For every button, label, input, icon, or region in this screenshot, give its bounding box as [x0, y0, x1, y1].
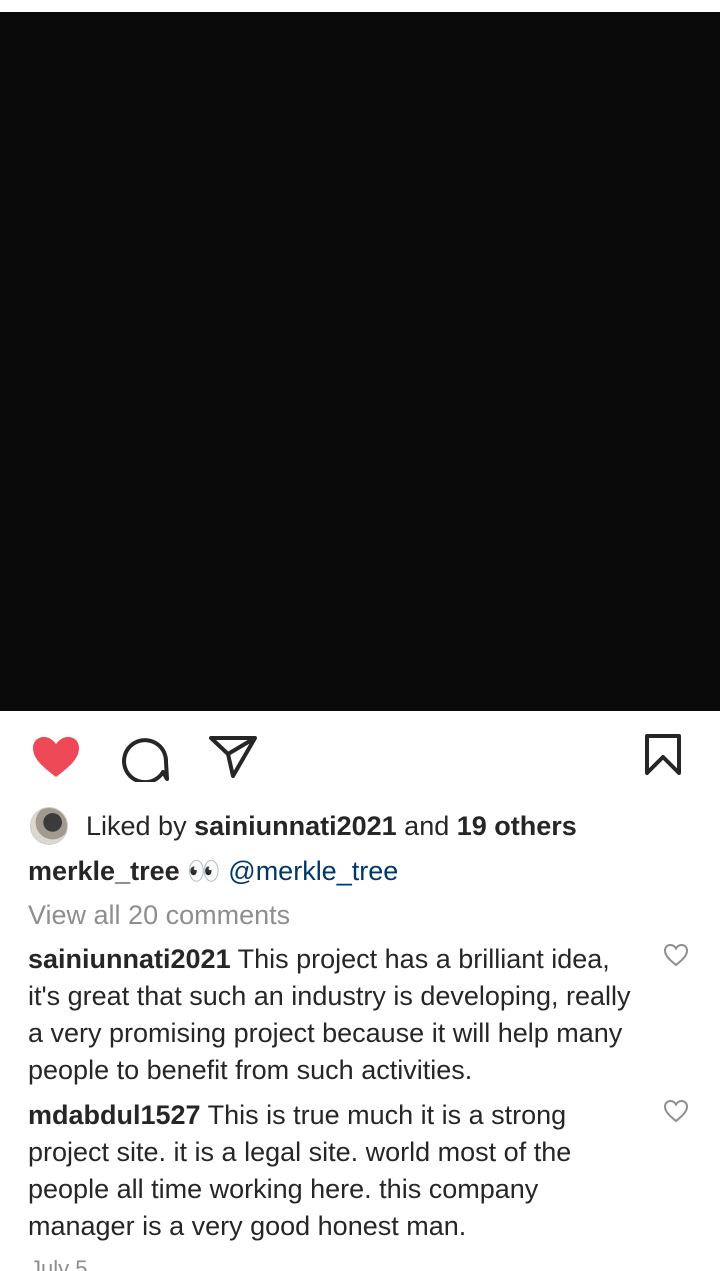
post-view: Liked by sainiunnati2021 and 19 others m… [0, 0, 720, 1271]
view-all-comments-link[interactable]: View all 20 comments [28, 900, 290, 931]
liker-username[interactable]: sainiunnati2021 [194, 811, 397, 841]
caption: merkle_tree 👀 @merkle_tree [28, 855, 398, 887]
heart-filled-icon [33, 737, 79, 777]
like-button[interactable] [31, 735, 81, 779]
comment-item: mdabdul1527 This is true much it is a st… [28, 1097, 648, 1245]
likes-others[interactable]: 19 others [457, 811, 577, 841]
heart-outline-icon [663, 1099, 689, 1123]
likes-prefix: Liked by [86, 810, 195, 841]
eyes-emoji: 👀 [187, 856, 221, 886]
comment-username[interactable]: mdabdul1527 [28, 1100, 201, 1130]
likes-middle: and [396, 810, 457, 841]
bookmark-icon [645, 734, 681, 775]
comment-username[interactable]: sainiunnati2021 [28, 944, 231, 974]
paper-plane-icon [209, 736, 257, 778]
comment-button[interactable] [120, 734, 170, 782]
likes-text[interactable]: Liked by sainiunnati2021 and 19 others [86, 811, 577, 842]
comment-bubble-icon [122, 738, 169, 782]
comment-item: sainiunnati2021 This project has a brill… [28, 941, 648, 1089]
comment-like-button[interactable] [663, 1099, 689, 1128]
save-button[interactable] [644, 733, 684, 777]
action-bar [0, 726, 720, 788]
caption-mention[interactable]: @merkle_tree [228, 856, 398, 886]
liker-avatar[interactable] [30, 807, 68, 845]
post-media[interactable] [0, 12, 720, 711]
top-strip [0, 0, 720, 12]
caption-username[interactable]: merkle_tree [28, 856, 180, 886]
post-date: July 5 [30, 1256, 88, 1271]
comment-like-button[interactable] [663, 943, 689, 972]
share-button[interactable] [208, 734, 258, 780]
heart-outline-icon [663, 943, 689, 967]
likes-row[interactable]: Liked by sainiunnati2021 and 19 others [30, 806, 577, 846]
